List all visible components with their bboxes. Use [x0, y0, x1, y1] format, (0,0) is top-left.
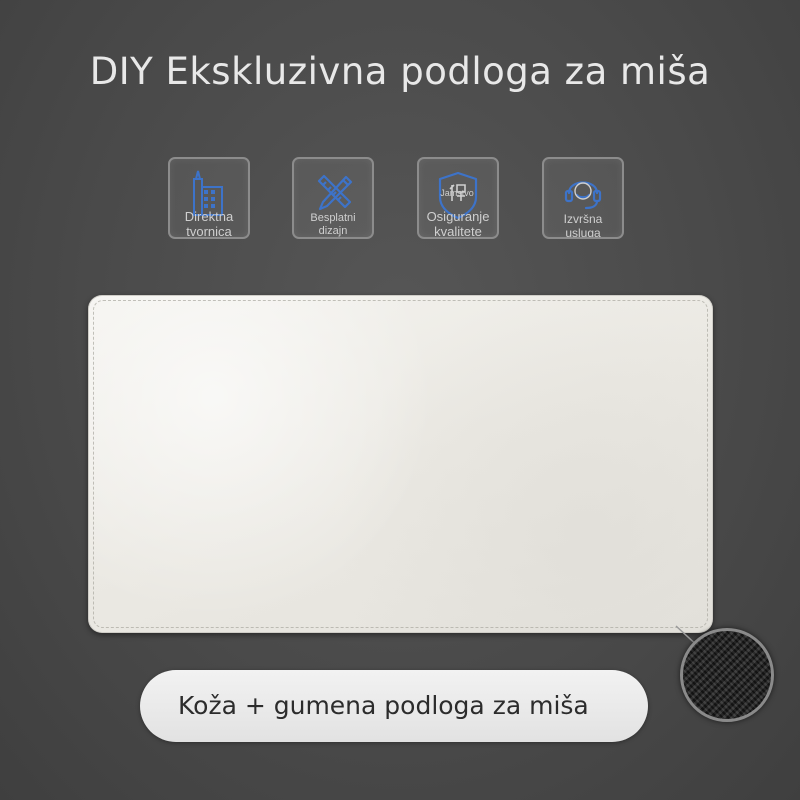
mousepad-edge-stitching — [93, 300, 708, 628]
product-description-pill: Koža + gumena podloga za miša — [140, 670, 648, 742]
feature-label-line: dizajn — [318, 224, 348, 237]
feature-row: Direktna tvornica Besplatni dizajn Jamst… — [0, 157, 800, 243]
leather-mousepad-image — [88, 295, 713, 633]
feature-label-line: tvornica — [186, 223, 232, 239]
rubber-base-texture-zoom — [680, 628, 774, 722]
feature-direct-factory: Direktna tvornica — [168, 157, 250, 239]
feature-label-line: Izvršna — [563, 212, 603, 226]
feature-label-line: kvalitete — [434, 223, 482, 239]
feature-quality-assurance: Jamstvo Osiguranje kvalitete — [417, 157, 499, 239]
feature-free-design: Besplatni dizajn — [292, 157, 374, 239]
feature-label-line: Osiguranje — [426, 209, 490, 224]
feature-label-line: usluga — [565, 225, 601, 239]
feature-executive-service: Izvršna usluga — [542, 157, 624, 239]
feature-label-line: Besplatni — [310, 212, 356, 224]
feature-label-line: Direktna — [184, 209, 234, 224]
page-title: DIY Ekskluzivna podloga za miša — [89, 50, 711, 93]
product-description-text: Koža + gumena podloga za miša — [178, 691, 589, 720]
guarantee-badge-text: Jamstvo — [440, 188, 474, 198]
